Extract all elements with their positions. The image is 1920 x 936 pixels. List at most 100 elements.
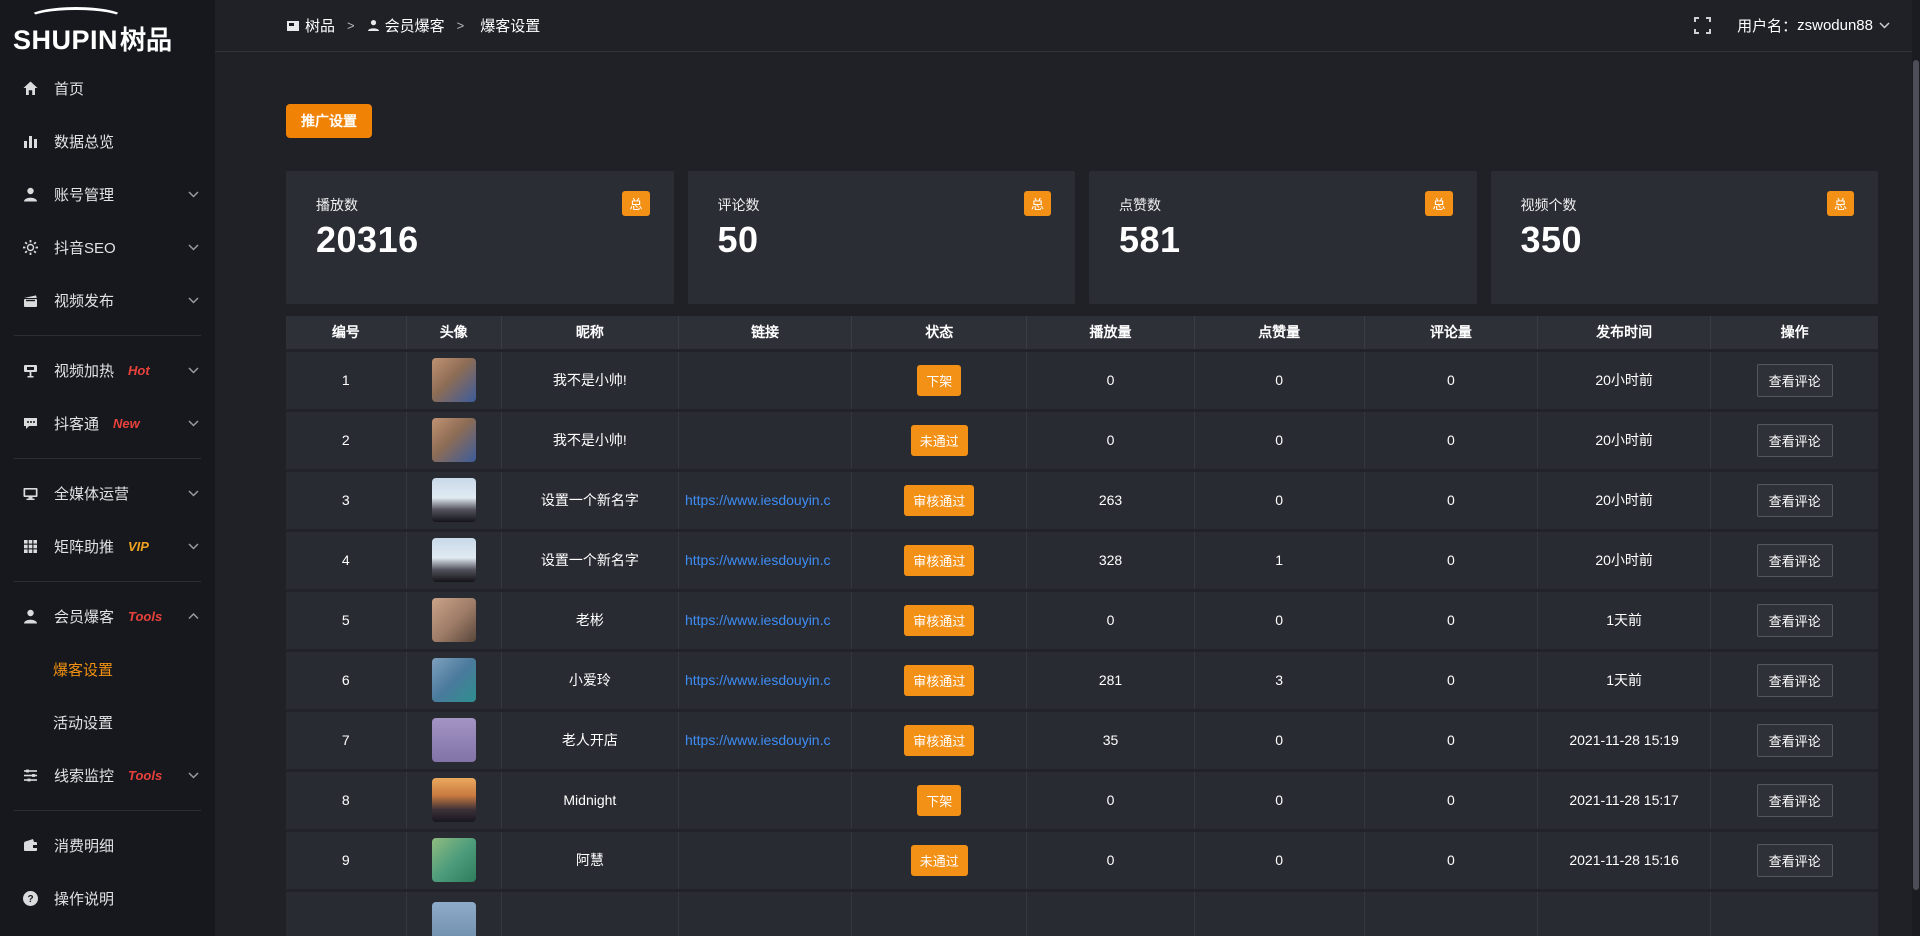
sidebar-item-7[interactable]: 全媒体运营 <box>0 467 215 520</box>
sidebar-item-10[interactable]: 线索监控Tools <box>0 749 215 802</box>
breadcrumb-section[interactable]: 会员爆客 <box>385 15 445 36</box>
app-logo: SHUPIN树品 <box>0 0 215 56</box>
main-area: 树品 > 会员爆客 > 爆客设置 用户名： zswodun88 <box>215 0 1920 936</box>
sidebar-item-12[interactable]: ?操作说明 <box>0 872 215 925</box>
cell-status <box>852 890 1027 936</box>
cell-status: 审核通过 <box>852 530 1027 590</box>
cell-action: 查看评论 <box>1711 770 1878 830</box>
cell-avatar <box>406 830 501 890</box>
fullscreen-icon[interactable] <box>1694 17 1711 34</box>
stat-card-plays: 播放数 20316 总 <box>286 171 674 304</box>
sidebar-item-6[interactable]: 抖客通New <box>0 397 215 450</box>
sidebar-item-11[interactable]: 消费明细 <box>0 819 215 872</box>
cell-id: 9 <box>286 830 406 890</box>
status-badge[interactable]: 审核通过 <box>904 665 974 696</box>
status-badge[interactable]: 下架 <box>917 365 961 396</box>
view-comments-button[interactable]: 查看评论 <box>1757 484 1833 517</box>
user-menu[interactable]: 用户名： zswodun88 <box>1737 15 1890 36</box>
cell-comments: 0 <box>1364 770 1537 830</box>
sidebar-item-label: 数据总览 <box>54 131 114 152</box>
table-row: 5老彬https://www.iesdouyin.c审核通过0001天前查看评论 <box>286 590 1878 650</box>
help-icon: ? <box>22 890 39 907</box>
column-header: 播放量 <box>1027 316 1194 350</box>
video-link[interactable]: https://www.iesdouyin.c <box>679 672 851 688</box>
video-link[interactable]: https://www.iesdouyin.c <box>679 552 851 568</box>
view-comments-button[interactable]: 查看评论 <box>1757 544 1833 577</box>
cell-avatar <box>406 470 501 530</box>
video-link[interactable]: https://www.iesdouyin.c <box>679 612 851 628</box>
cell-nickname: 阿慧 <box>501 830 678 890</box>
sidebar-item-label: 会员爆客 <box>54 606 114 627</box>
sidebar-item-label: 抖音SEO <box>54 237 116 258</box>
cell-action: 查看评论 <box>1711 590 1878 650</box>
sidebar-item-4[interactable]: 视频发布 <box>0 274 215 327</box>
status-badge[interactable]: 审核通过 <box>904 725 974 756</box>
status-badge[interactable]: 审核通过 <box>904 545 974 576</box>
sidebar-item-0[interactable]: 首页 <box>0 62 215 115</box>
status-badge[interactable]: 未通过 <box>911 845 968 876</box>
status-badge[interactable]: 下架 <box>917 785 961 816</box>
page-scrollbar[interactable] <box>1912 0 1920 936</box>
stat-value: 581 <box>1119 219 1451 261</box>
app-layout: SHUPIN树品 首页数据总览账号管理抖音SEO视频发布视频加热Hot抖客通Ne… <box>0 0 1920 936</box>
video-link[interactable]: https://www.iesdouyin.c <box>679 732 851 748</box>
cell-status: 审核通过 <box>852 650 1027 710</box>
sidebar-item-8[interactable]: 矩阵助推VIP <box>0 520 215 573</box>
column-header: 发布时间 <box>1538 316 1711 350</box>
cell-avatar <box>406 410 501 470</box>
stat-value: 50 <box>718 219 1050 261</box>
view-comments-button[interactable]: 查看评论 <box>1757 424 1833 457</box>
sidebar-item-9[interactable]: 会员爆客Tools <box>0 590 215 643</box>
chevron-down-icon <box>188 420 199 427</box>
view-comments-button[interactable]: 查看评论 <box>1757 784 1833 817</box>
user-icon <box>22 186 39 203</box>
cell-plays: 0 <box>1027 590 1194 650</box>
chevron-down-icon <box>188 297 199 304</box>
total-badge: 总 <box>1827 191 1854 216</box>
cell-likes <box>1194 890 1364 936</box>
cell-publish-time: 1天前 <box>1538 650 1711 710</box>
status-badge[interactable]: 审核通过 <box>904 485 974 516</box>
cell-link: https://www.iesdouyin.c <box>678 530 851 590</box>
cell-id: 4 <box>286 530 406 590</box>
clapper-icon <box>22 292 39 309</box>
cell-link <box>678 410 851 470</box>
cell-comments <box>1364 890 1537 936</box>
view-comments-button[interactable]: 查看评论 <box>1757 604 1833 637</box>
cell-action <box>1711 890 1878 936</box>
breadcrumb-home[interactable]: 树品 <box>305 15 335 36</box>
cell-publish-time <box>1538 890 1711 936</box>
chevron-up-icon <box>188 613 199 620</box>
sidebar-item-label: 视频发布 <box>54 290 114 311</box>
sidebar-item-5[interactable]: 视频加热Hot <box>0 344 215 397</box>
cell-comments: 0 <box>1364 830 1537 890</box>
column-header: 头像 <box>406 316 501 350</box>
view-comments-button[interactable]: 查看评论 <box>1757 664 1833 697</box>
video-link[interactable]: https://www.iesdouyin.c <box>679 492 851 508</box>
sliders-icon <box>22 767 39 784</box>
sidebar-item-2[interactable]: 账号管理 <box>0 168 215 221</box>
scrollbar-thumb[interactable] <box>1913 60 1919 890</box>
avatar <box>432 418 476 462</box>
cell-action: 查看评论 <box>1711 830 1878 890</box>
view-comments-button[interactable]: 查看评论 <box>1757 724 1833 757</box>
chat-icon <box>22 415 39 432</box>
sidebar-item-badge: VIP <box>128 539 149 554</box>
sidebar-item-1[interactable]: 数据总览 <box>0 115 215 168</box>
sidebar-subitem-活动设置[interactable]: 活动设置 <box>0 696 215 749</box>
sidebar-subitem-爆客设置[interactable]: 爆客设置 <box>0 643 215 696</box>
sidebar-item-label: 账号管理 <box>54 184 114 205</box>
view-comments-button[interactable]: 查看评论 <box>1757 364 1833 397</box>
stat-label: 视频个数 <box>1521 195 1853 215</box>
view-comments-button[interactable]: 查看评论 <box>1757 844 1833 877</box>
promotion-settings-button[interactable]: 推广设置 <box>286 104 372 138</box>
status-badge[interactable]: 审核通过 <box>904 605 974 636</box>
cell-link <box>678 830 851 890</box>
chevron-down-icon <box>188 543 199 550</box>
status-badge[interactable]: 未通过 <box>911 425 968 456</box>
table-row: 7老人开店https://www.iesdouyin.c审核通过35002021… <box>286 710 1878 770</box>
member-icon <box>22 608 39 625</box>
column-header: 操作 <box>1711 316 1878 350</box>
sidebar-item-3[interactable]: 抖音SEO <box>0 221 215 274</box>
logo-text-en: SHUPIN <box>13 25 118 55</box>
